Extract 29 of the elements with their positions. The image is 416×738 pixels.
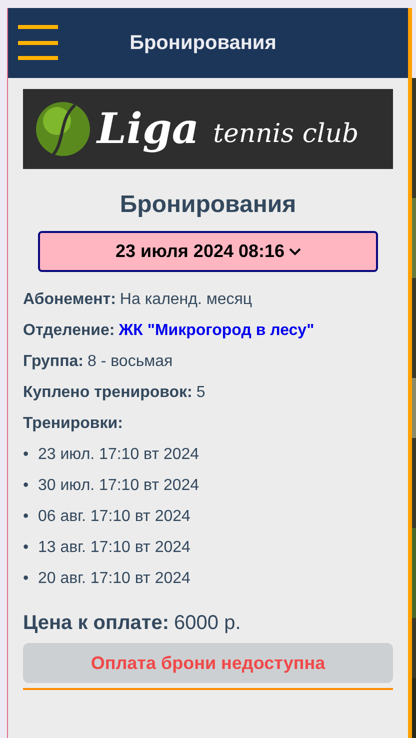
price-value: 6000 р. xyxy=(174,612,241,635)
tennis-ball-icon xyxy=(35,101,91,157)
bullet: • xyxy=(23,538,30,556)
bullet: • xyxy=(23,476,30,494)
field-label: Куплено тренировок: xyxy=(23,384,192,402)
branch-link[interactable]: ЖК "Микрогород в лесу" xyxy=(118,322,314,340)
training-date: 23 июл. 17:10 вт 2024 xyxy=(38,446,200,464)
bullet: • xyxy=(23,508,30,526)
training-date: 20 авг. 17:10 вт 2024 xyxy=(38,570,190,588)
training-date: 30 июл. 17:10 вт 2024 xyxy=(38,476,200,494)
bullet: • xyxy=(23,446,30,464)
field-label: Отделение: xyxy=(23,322,115,340)
training-date: 06 авг. 17:10 вт 2024 xyxy=(38,508,190,526)
page-title: Бронирования xyxy=(128,32,278,54)
field-label: Тренировки: xyxy=(23,414,123,432)
field-value: 5 xyxy=(196,384,206,402)
training-date: 13 авг. 17:10 вт 2024 xyxy=(38,538,190,556)
field-label: Группа: xyxy=(23,352,84,370)
chevron-down-icon xyxy=(288,248,301,256)
field-value: На календ. месяц xyxy=(120,290,252,308)
logo-tagline: tennis club xyxy=(213,119,359,149)
bullet: • xyxy=(23,570,30,588)
logo-brand: Liga xyxy=(97,108,200,150)
price-label: Цена к оплате: xyxy=(23,612,170,635)
field-value: 8 - восьмая xyxy=(87,352,173,370)
menu-icon[interactable] xyxy=(18,25,58,61)
section-heading: Бронирования xyxy=(118,191,298,219)
field-label: Абонемент: xyxy=(23,290,116,308)
date-select[interactable]: 23 июля 2024 08:16 xyxy=(38,231,378,272)
